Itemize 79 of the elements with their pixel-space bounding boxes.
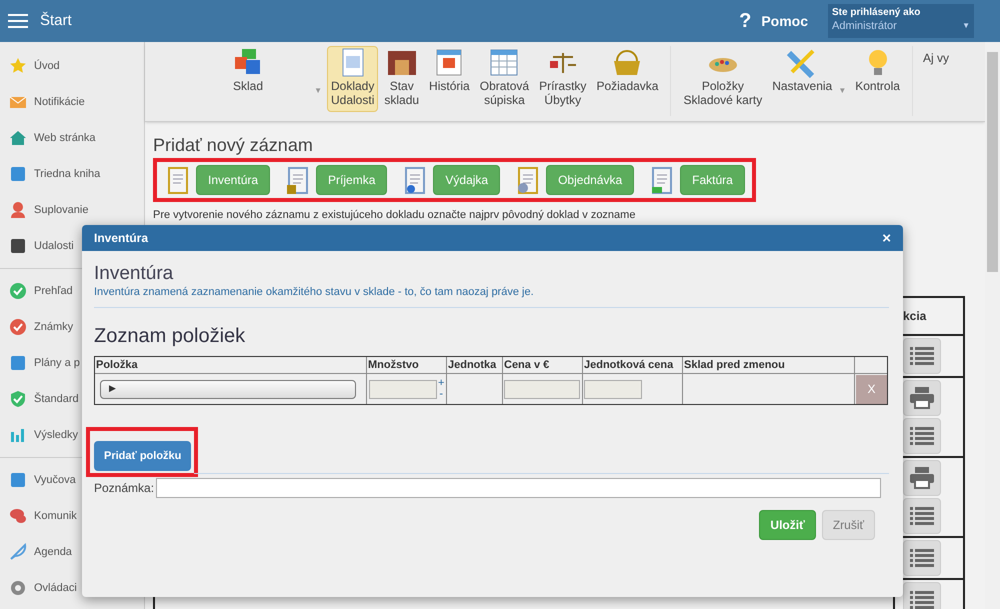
list-button[interactable]	[903, 418, 941, 454]
add-item-button[interactable]: Pridať položku	[94, 441, 192, 471]
menu-icon[interactable]	[8, 13, 28, 29]
toolbar-button[interactable]: Obratová súpiska	[476, 46, 534, 112]
list-icon	[910, 590, 934, 609]
toolbar-button[interactable]: Doklady Udalosti	[327, 46, 378, 112]
check-circle-icon	[9, 282, 27, 300]
toolbar-button[interactable]: Sklad ▼	[191, 46, 325, 112]
list-button[interactable]	[903, 338, 941, 374]
item-select-button[interactable]: ▶	[100, 380, 356, 398]
invoice-icon	[650, 165, 674, 195]
sidebar-item[interactable]: Notifikácie	[0, 84, 144, 120]
column-header: Jednotková cena	[584, 359, 674, 371]
caret-icon: ▼	[838, 84, 846, 98]
sidebar-item[interactable]: Ovládaci	[0, 570, 144, 606]
list-button[interactable]	[903, 582, 941, 609]
note-field[interactable]	[156, 478, 881, 498]
dialog-heading: Inventúra	[94, 263, 174, 285]
sidebar-item[interactable]: Úvod	[0, 48, 144, 84]
sidebar-item[interactable]: Web stránka	[0, 120, 144, 156]
speech-bubbles-icon	[9, 507, 27, 525]
feather-icon	[9, 543, 27, 561]
caret-icon: ▼	[314, 84, 322, 98]
caret-icon: ▼	[962, 20, 970, 32]
quantity-field[interactable]	[369, 380, 437, 398]
decrement-button[interactable]: -	[438, 389, 444, 400]
toolbar-button[interactable]: Požiadavka	[592, 46, 662, 112]
help-link[interactable]: Pomoc	[761, 10, 808, 32]
toolbar-button[interactable]: Položky Skladové karty	[679, 46, 766, 112]
column-header: Jednotka	[448, 359, 496, 371]
list-icon	[910, 346, 934, 366]
column-header: Cena v €	[504, 359, 550, 371]
column-header: Množstvo	[368, 359, 419, 371]
cancel-button[interactable]: Zrušiť	[822, 510, 875, 540]
dialog-description: Inventúra znamená zaznamenanie okamžitého stavu v sklade - to, čo tam naozaj práve je.	[94, 285, 534, 299]
user-dropdown[interactable]: Ste prihlásený ako Administrátor ▼	[828, 4, 974, 38]
star-icon	[9, 57, 27, 75]
toolbar-button[interactable]: Stav skladu	[380, 46, 424, 112]
list-icon	[910, 426, 934, 446]
bar-chart-icon	[9, 426, 27, 444]
price-field[interactable]	[504, 380, 580, 398]
print-button[interactable]	[903, 380, 941, 416]
list-icon	[910, 506, 934, 526]
house-icon	[9, 129, 27, 147]
sidebar-item[interactable]: Triedna kniha	[0, 156, 144, 192]
list-button[interactable]	[903, 540, 941, 576]
column-header: Sklad pred zmenou	[684, 359, 785, 371]
toolbar-button[interactable]: Kontrola	[851, 46, 904, 112]
hint-text: Pre vytvorenie nového záznamu z existujúceho dokladu označte najprv pôvodný doklad v zozname	[153, 208, 636, 222]
close-button[interactable]: ×	[882, 230, 891, 246]
printer-icon	[910, 387, 934, 409]
printer-icon	[910, 467, 934, 489]
document-icon	[286, 165, 310, 195]
toolbar-button[interactable]: História	[425, 46, 474, 112]
clipboard-icon	[166, 165, 190, 195]
unit-price-field[interactable]	[584, 380, 642, 398]
sidebar-item[interactable]: Suplovanie	[0, 192, 144, 228]
increment-button[interactable]: +	[438, 378, 444, 389]
clipboard-clock-icon	[516, 165, 540, 195]
help-icon[interactable]: ?	[739, 6, 752, 36]
person-icon	[9, 201, 27, 219]
app-title[interactable]: Štart	[40, 10, 72, 32]
note-label: Poznámka:	[94, 480, 154, 497]
toolbar-button[interactable]: Prírastky Úbytky	[535, 46, 590, 112]
sidebar-item[interactable]: Komunik	[0, 498, 144, 534]
shield-icon	[9, 390, 27, 408]
dialog-title: Inventúra	[94, 230, 148, 247]
toolbar-button[interactable]: Nastavenia ▼	[768, 46, 850, 112]
column-header: kcia	[903, 308, 926, 325]
stamp-icon	[403, 165, 428, 195]
page-heading: Pridať nový záznam	[153, 134, 313, 156]
list-icon	[910, 548, 934, 568]
grade-circle-icon	[9, 318, 27, 336]
list-button[interactable]	[903, 498, 941, 534]
toolbar-text: Aj vy	[922, 51, 949, 65]
print-button[interactable]	[903, 460, 941, 496]
column-header: Položka	[96, 359, 138, 371]
items-heading: Zoznam položiek	[94, 324, 246, 348]
sidebar-item[interactable]: Agenda	[0, 534, 144, 570]
